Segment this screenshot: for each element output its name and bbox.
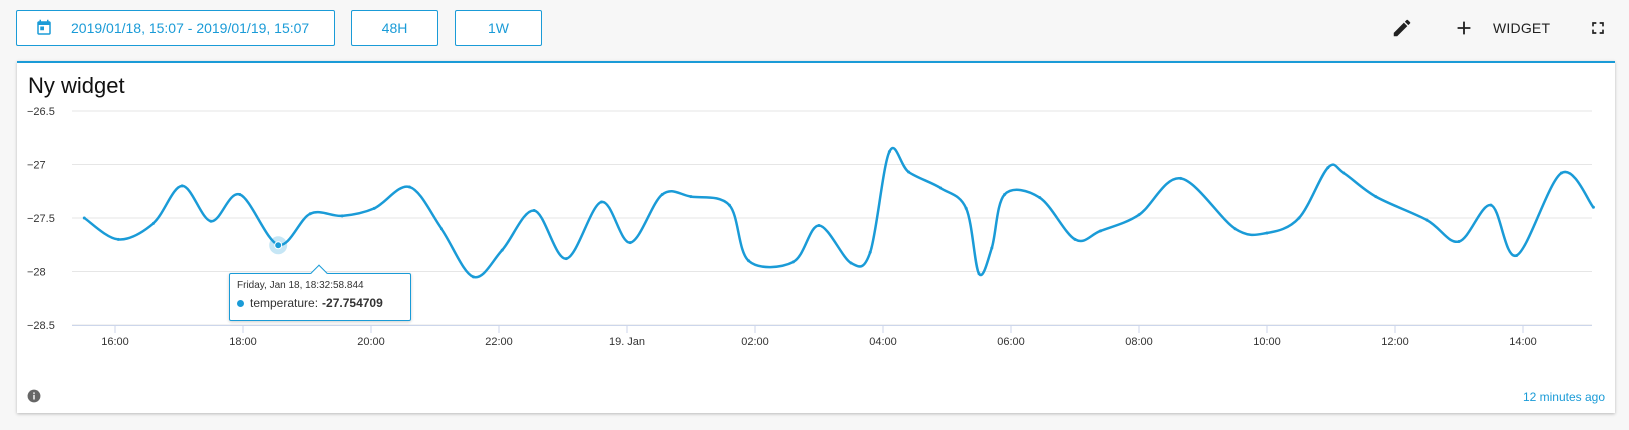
data-point <box>1457 240 1461 244</box>
x-tick-label: 20:00 <box>357 336 385 348</box>
data-point <box>407 185 411 189</box>
data-point <box>907 170 911 174</box>
data-point <box>180 184 184 188</box>
data-point <box>238 192 242 196</box>
data-point <box>1326 166 1330 170</box>
data-point <box>1003 192 1007 196</box>
x-tick-label: 12:00 <box>1381 336 1409 348</box>
data-point <box>1233 227 1237 231</box>
data-point <box>660 192 664 196</box>
x-tick-label: 08:00 <box>1125 336 1153 348</box>
add-widget-label[interactable]: WIDGET <box>1493 20 1550 36</box>
data-point <box>990 246 994 250</box>
info-icon[interactable] <box>27 389 41 403</box>
series-dot-icon <box>237 299 244 307</box>
widget-card: Ny widget −26.5 −27 −27.5 −28 −28.5 16:00 18:… <box>17 61 1615 413</box>
data-point <box>1179 176 1183 180</box>
data-point <box>599 200 603 204</box>
data-point <box>439 227 443 231</box>
date-range-label: 2019/01/18, 15:07 - 2019/01/19, 15:07 <box>71 20 310 36</box>
temperature-chart[interactable]: −26.5 −27 −27.5 −28 −28.5 16:00 18:00 20:00 22:… <box>17 63 1615 415</box>
data-point <box>977 272 981 276</box>
x-tick-label: 10:00 <box>1253 336 1281 348</box>
tooltip-row: temperature: -27.754709 <box>237 296 403 310</box>
x-tick-label: 16:00 <box>101 336 129 348</box>
y-tick-label: −28 <box>27 267 46 279</box>
data-point <box>964 206 968 210</box>
data-point <box>628 241 632 245</box>
data-point <box>817 223 821 227</box>
x-tick-label: 04:00 <box>869 336 897 348</box>
data-point <box>532 209 536 213</box>
data-point <box>82 216 86 220</box>
data-point <box>1038 196 1042 200</box>
data-point <box>939 186 943 190</box>
data-point <box>1099 229 1103 233</box>
data-point <box>500 248 504 252</box>
data-point <box>116 237 120 241</box>
date-range-button[interactable]: 2019/01/18, 15:07 - 2019/01/19, 15:07 <box>16 10 335 46</box>
calendar-icon <box>35 19 53 37</box>
data-point <box>1515 253 1519 257</box>
x-tick-label: 02:00 <box>741 336 769 348</box>
tooltip-date: Friday, Jan 18, 18:32:58.844 <box>237 280 364 291</box>
y-tick-label: −27.5 <box>27 213 55 225</box>
x-tick-label: 22:00 <box>485 336 513 348</box>
data-point <box>1073 237 1077 241</box>
y-tick-label: −27 <box>27 160 46 172</box>
data-point <box>727 203 731 207</box>
pencil-icon[interactable] <box>1390 16 1414 40</box>
tooltip-value: -27.754709 <box>322 296 383 310</box>
tooltip-series-label: temperature: <box>250 296 319 310</box>
data-point <box>471 275 475 279</box>
highlight-point <box>274 241 283 250</box>
x-tick-label: 14:00 <box>1509 336 1537 348</box>
x-tick-label: 06:00 <box>997 336 1025 348</box>
y-tick-label: −28.5 <box>27 320 55 332</box>
data-point <box>1297 216 1301 220</box>
data-point <box>209 219 213 223</box>
data-point <box>340 214 344 218</box>
data-point <box>1559 171 1563 175</box>
data-point <box>868 250 872 254</box>
data-point <box>1374 195 1378 199</box>
plus-icon[interactable] <box>1452 16 1476 40</box>
chart-tooltip: Friday, Jan 18, 18:32:58.844 temperature… <box>229 264 411 321</box>
data-point <box>308 212 312 216</box>
data-point <box>1591 205 1595 209</box>
data-point <box>1425 218 1429 222</box>
fullscreen-icon[interactable] <box>1586 16 1610 40</box>
data-point <box>564 257 568 261</box>
data-point <box>151 221 155 225</box>
data-point <box>1342 171 1346 175</box>
data-point <box>1137 213 1141 217</box>
range-1w-button[interactable]: 1W <box>455 10 542 46</box>
data-point <box>747 259 751 263</box>
data-point <box>1265 231 1269 235</box>
data-point <box>372 206 376 210</box>
toolbar: 2019/01/18, 15:07 - 2019/01/19, 15:07 48… <box>0 0 1629 58</box>
range-48h-button[interactable]: 48H <box>351 10 438 46</box>
x-tick-label: 19. Jan <box>609 336 645 348</box>
y-tick-label: −26.5 <box>27 106 55 118</box>
data-point <box>887 150 891 154</box>
data-point <box>689 195 693 199</box>
data-point <box>1489 203 1493 207</box>
data-point <box>791 260 795 264</box>
data-point <box>849 261 853 265</box>
last-updated-text: 12 minutes ago <box>1522 390 1605 404</box>
x-tick-label: 18:00 <box>229 336 257 348</box>
